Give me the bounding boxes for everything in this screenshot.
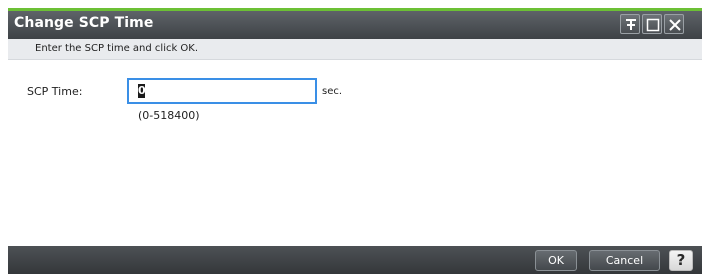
change-scp-time-dialog: Change SCP Time Enter the SCP time and c… xyxy=(0,0,702,274)
title-bar[interactable]: Change SCP Time xyxy=(8,11,702,39)
scp-time-unit: sec. xyxy=(322,86,343,97)
cancel-button[interactable]: Cancel xyxy=(589,250,660,271)
maximize-icon xyxy=(646,18,660,32)
scp-time-range-hint: (0-518400) xyxy=(138,109,200,122)
help-button[interactable]: ? xyxy=(669,250,693,271)
instruction-text: Enter the SCP time and click OK. xyxy=(35,43,199,54)
pin-button[interactable] xyxy=(620,14,640,34)
maximize-button[interactable] xyxy=(642,14,662,34)
dialog-title: Change SCP Time xyxy=(14,15,154,31)
dialog-footer: OK Cancel ? xyxy=(8,246,702,274)
ok-button[interactable]: OK xyxy=(535,250,577,271)
scp-time-input[interactable]: 0 xyxy=(127,78,317,104)
content-area xyxy=(8,60,702,246)
close-icon xyxy=(669,19,681,31)
pin-icon xyxy=(626,19,636,30)
instruction-bar: Enter the SCP time and click OK. xyxy=(8,39,702,60)
scp-time-value: 0 xyxy=(138,84,146,97)
scp-time-label: SCP Time: xyxy=(27,85,83,98)
close-button[interactable] xyxy=(664,14,684,34)
